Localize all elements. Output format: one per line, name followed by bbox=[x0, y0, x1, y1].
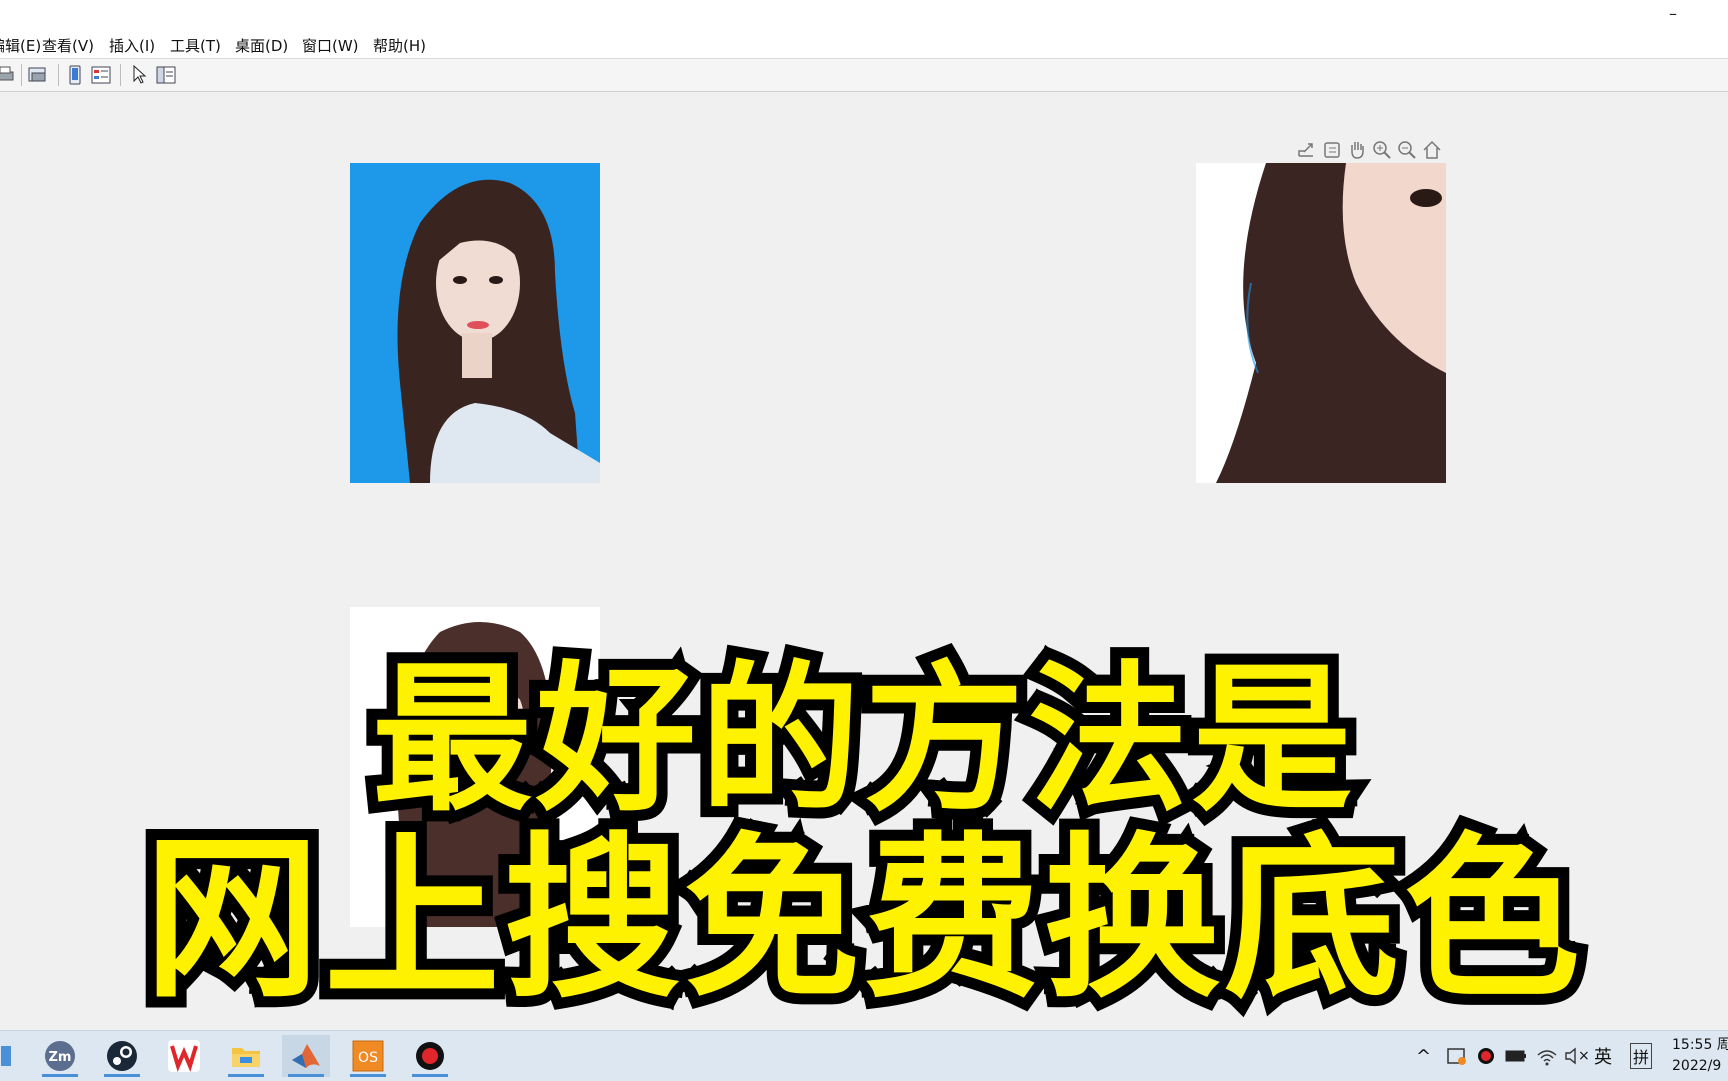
print-icon[interactable] bbox=[0, 64, 16, 86]
matlab-icon[interactable] bbox=[282, 1035, 330, 1077]
home-icon[interactable] bbox=[1421, 139, 1443, 161]
taskbar-clock[interactable]: 15:55 周 2022/9 bbox=[1672, 1035, 1728, 1077]
cropped-mask-photo bbox=[1196, 163, 1446, 483]
recording-indicator-icon[interactable] bbox=[1476, 1031, 1496, 1081]
menu-tools[interactable]: 工具(T) bbox=[170, 35, 221, 56]
svg-text:Zm: Zm bbox=[49, 1050, 72, 1065]
figure-toolbar bbox=[0, 59, 1728, 92]
axes-toolbar bbox=[1296, 139, 1446, 161]
insert-legend-icon[interactable] bbox=[90, 64, 112, 86]
original-photo bbox=[350, 163, 600, 483]
clock-time: 15:55 周 bbox=[1672, 1037, 1728, 1053]
menu-edit[interactable]: 编辑(E) bbox=[0, 35, 41, 56]
export-icon[interactable] bbox=[1296, 139, 1318, 161]
task-view-icon[interactable] bbox=[0, 1035, 24, 1077]
ime-mode[interactable]: 拼 bbox=[1630, 1031, 1653, 1081]
battery-icon[interactable] bbox=[1504, 1031, 1528, 1081]
zotero-icon[interactable]: Zm bbox=[36, 1035, 84, 1077]
minimize-button[interactable]: – bbox=[1658, 2, 1688, 26]
link-plot-icon[interactable] bbox=[64, 64, 86, 86]
wps-icon[interactable] bbox=[160, 1035, 208, 1077]
volume-mute-mark: × bbox=[1578, 1048, 1590, 1064]
window-titlebar: – bbox=[0, 0, 1728, 30]
os-app-icon[interactable]: OS bbox=[344, 1035, 392, 1077]
zoom-in-icon[interactable] bbox=[1371, 139, 1393, 161]
brush-icon[interactable] bbox=[1321, 139, 1343, 161]
record-icon[interactable] bbox=[406, 1035, 454, 1077]
volume-icon[interactable]: × bbox=[1564, 1031, 1590, 1081]
menubar: 编辑(E) 查看(V) 插入(I) 工具(T) 桌面(D) 窗口(W) 帮助(H… bbox=[0, 30, 1728, 59]
show-hidden-icons-chevron[interactable]: ^ bbox=[1416, 1046, 1431, 1067]
steam-icon[interactable] bbox=[98, 1035, 146, 1077]
ime-language-label: 英 bbox=[1594, 1047, 1612, 1068]
pan-hand-icon[interactable] bbox=[1346, 139, 1368, 161]
tray-app-icon[interactable] bbox=[1446, 1031, 1468, 1081]
menu-insert[interactable]: 插入(I) bbox=[109, 35, 155, 56]
tray-chevron[interactable]: ^ bbox=[1416, 1031, 1431, 1081]
toolbar-divider bbox=[120, 64, 121, 86]
tray-app-icon-graphic bbox=[1447, 1048, 1466, 1065]
toolbar-divider bbox=[21, 64, 22, 86]
taskbar: Zm OS ^ × 英 拼 15:55 周 2022/9 bbox=[0, 1030, 1728, 1081]
menu-view[interactable]: 查看(V) bbox=[42, 35, 94, 56]
menu-window[interactable]: 窗口(W) bbox=[302, 35, 359, 56]
edit-plot-arrow-icon[interactable] bbox=[128, 64, 150, 86]
toolbar-divider bbox=[58, 64, 59, 86]
svg-text:OS: OS bbox=[358, 1050, 378, 1066]
property-inspector-icon[interactable] bbox=[155, 64, 177, 86]
file-explorer-icon[interactable] bbox=[222, 1035, 270, 1077]
subtitle-line-1: 最好的方法是 bbox=[361, 639, 1363, 841]
print-preview-icon[interactable] bbox=[27, 64, 49, 86]
speaker-icon bbox=[1565, 1047, 1576, 1065]
ime-mode-label: 拼 bbox=[1630, 1043, 1653, 1069]
clock-date: 2022/9 bbox=[1672, 1058, 1722, 1074]
wifi-icon[interactable] bbox=[1536, 1031, 1558, 1081]
subtitle-line-2: 网上搜免费换底色 bbox=[133, 811, 1591, 1029]
menu-desktop[interactable]: 桌面(D) bbox=[235, 35, 288, 56]
ime-language[interactable]: 英 bbox=[1594, 1031, 1612, 1081]
zoom-out-icon[interactable] bbox=[1396, 139, 1418, 161]
menu-help[interactable]: 帮助(H) bbox=[373, 35, 426, 56]
